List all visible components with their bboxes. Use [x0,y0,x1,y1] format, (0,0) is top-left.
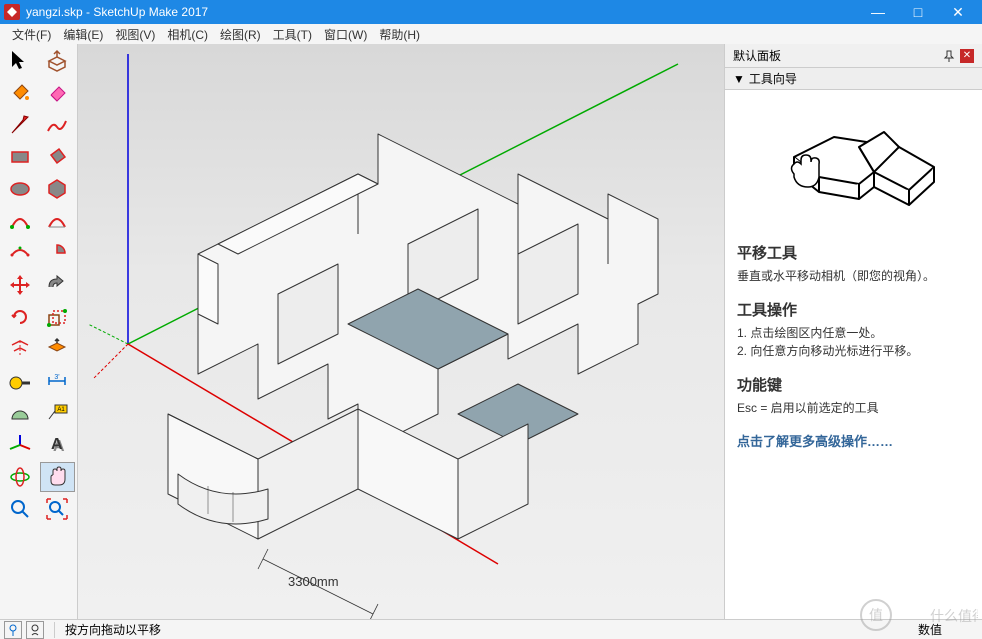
tool-name: 平移工具 [737,242,970,263]
menu-camera[interactable]: 相机(C) [161,24,214,45]
panel-subheader[interactable]: ▼ 工具向导 [725,68,982,90]
learn-more-link[interactable]: 点击了解更多高级操作…… [737,431,970,450]
menu-help[interactable]: 帮助(H) [373,24,426,45]
menubar: 文件(F) 编辑(E) 视图(V) 相机(C) 绘图(R) 工具(T) 窗口(W… [0,24,982,44]
zoom-extents-tool[interactable] [40,494,76,524]
app-icon [4,4,20,20]
rotate-tool[interactable] [2,302,38,332]
rectangle-tool[interactable] [2,142,38,172]
credits-icon[interactable] [26,621,44,639]
freehand-tool[interactable] [40,110,76,140]
zoom-tool[interactable] [2,494,38,524]
toolbar: 3' A1 AA [0,44,78,619]
pin-icon[interactable] [942,49,956,63]
move-tool[interactable] [2,270,38,300]
operation-title: 工具操作 [737,299,970,320]
three-point-arc-tool[interactable] [2,238,38,268]
operation-steps: 1. 点击绘图区内任意一处。 2. 向任意方向移动光标进行平移。 [737,324,970,360]
collapse-icon: ▼ [733,72,745,86]
line-tool[interactable] [2,110,38,140]
menu-edit[interactable]: 编辑(E) [57,24,109,45]
arc-tool[interactable] [2,206,38,236]
rotated-rect-tool[interactable] [40,142,76,172]
viewport[interactable]: 3300mm [78,44,724,619]
protractor-tool[interactable] [2,398,38,428]
tape-measure-tool[interactable] [2,366,38,396]
tool-illustration [737,102,970,212]
select-tool[interactable] [2,46,38,76]
status-message: 按方向拖动以平移 [61,621,914,638]
pan-tool[interactable] [40,462,76,492]
maximize-button[interactable]: □ [898,0,938,24]
pie-tool[interactable] [40,238,76,268]
scale-tool[interactable] [40,302,76,332]
dimension-tool[interactable]: 3' [40,366,76,396]
polygon-tool[interactable] [40,174,76,204]
3d-text-tool[interactable]: AA [40,430,76,460]
function-title: 功能键 [737,374,970,395]
geo-location-icon[interactable] [4,621,22,639]
paint-bucket-tool[interactable] [2,78,38,108]
two-point-arc-tool[interactable] [40,206,76,236]
panel-header[interactable]: 默认面板 ✕ [725,44,982,68]
panel-close-button[interactable]: ✕ [960,49,974,63]
instructor-panel: 默认面板 ✕ ▼ 工具向导 [724,44,982,619]
measurement-label: 数值 [914,621,982,638]
tool-description: 垂直或水平移动相机（即您的视角）。 [737,267,970,285]
follow-me-tool[interactable] [40,270,76,300]
function-text: Esc = 启用以前选定的工具 [737,399,970,417]
menu-draw[interactable]: 绘图(R) [214,24,267,45]
minimize-button[interactable]: — [858,0,898,24]
titlebar: yangzi.skp - SketchUp Make 2017 — □ ✕ [0,0,982,24]
orbit-tool[interactable] [2,462,38,492]
menu-window[interactable]: 窗口(W) [318,24,373,45]
menu-tools[interactable]: 工具(T) [267,24,318,45]
section-tool[interactable] [40,334,76,364]
menu-file[interactable]: 文件(F) [6,24,57,45]
axes-tool[interactable] [2,430,38,460]
dimension-label: 3300mm [288,574,339,589]
push-pull-tool[interactable] [40,46,76,76]
svg-text:3': 3' [55,374,60,381]
eraser-tool[interactable] [40,78,76,108]
close-button[interactable]: ✕ [938,0,978,24]
text-tool[interactable]: A1 [40,398,76,428]
svg-text:A1: A1 [58,407,66,413]
svg-text:A: A [51,436,63,453]
menu-view[interactable]: 视图(V) [109,24,161,45]
statusbar: 按方向拖动以平移 数值 [0,619,982,639]
offset-tool[interactable] [2,334,38,364]
window-title: yangzi.skp - SketchUp Make 2017 [26,5,208,19]
circle-tool[interactable] [2,174,38,204]
